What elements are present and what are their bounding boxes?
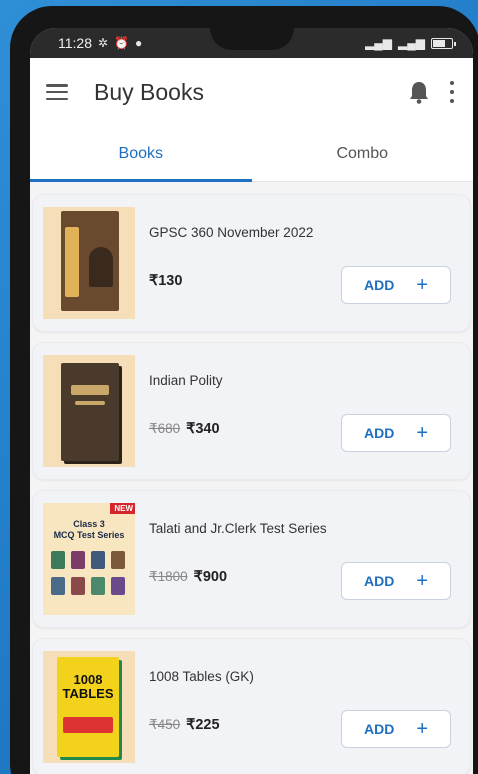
- status-time: 11:28: [58, 35, 92, 51]
- book-mrp: ₹1800: [149, 569, 188, 584]
- add-to-cart-button[interactable]: ADD +: [341, 710, 451, 748]
- book-cover-image: [43, 355, 135, 467]
- cover-text: 1008 TABLES: [62, 672, 114, 701]
- plus-icon: +: [416, 421, 429, 444]
- book-title: Talati and Jr.Clerk Test Series: [149, 521, 327, 536]
- hamburger-menu-icon[interactable]: [46, 84, 68, 100]
- page-title: Buy Books: [94, 78, 204, 105]
- book-title: GPSC 360 November 2022: [149, 225, 314, 240]
- signal-icon: ▂▄▆: [365, 36, 393, 50]
- add-to-cart-button[interactable]: ADD +: [341, 562, 451, 600]
- book-cover-image: [43, 207, 135, 319]
- book-card[interactable]: Indian Polity ₹680 ₹340 ADD +: [32, 342, 471, 480]
- tab-books[interactable]: Books: [30, 126, 252, 182]
- book-cover-image: 1008 TABLES: [43, 651, 135, 763]
- status-bar: 11:28 ✲ ⏰ ● ▂▄▆ ▂▄▆: [30, 28, 473, 58]
- add-button-label: ADD: [363, 425, 395, 441]
- alarm-icon: ⏰: [114, 36, 130, 50]
- add-to-cart-button[interactable]: ADD +: [341, 266, 451, 304]
- tab-combo[interactable]: Combo: [252, 126, 474, 181]
- book-price: ₹225: [186, 717, 220, 733]
- plus-icon: +: [416, 717, 429, 740]
- book-card[interactable]: GPSC 360 November 2022 ₹130 ADD +: [32, 194, 471, 332]
- more-options-icon[interactable]: [447, 81, 457, 103]
- cover-text: Class 3 MCQ Test Series: [53, 519, 125, 540]
- new-badge: NEW: [110, 503, 135, 514]
- app-screen: 11:28 ✲ ⏰ ● ▂▄▆ ▂▄▆ Buy Books Books Comb…: [30, 28, 473, 774]
- book-mrp: ₹680: [149, 421, 181, 436]
- book-title: Indian Polity: [149, 373, 223, 388]
- book-price: ₹340: [186, 421, 220, 437]
- settings-status-icon: ✲: [98, 36, 109, 50]
- book-title: 1008 Tables (GK): [149, 669, 254, 684]
- add-to-cart-button[interactable]: ADD +: [341, 414, 451, 452]
- app-bar: Buy Books: [30, 58, 473, 126]
- book-card[interactable]: 1008 TABLES 1008 Tables (GK) ₹450 ₹225 A…: [32, 638, 471, 774]
- notification-bell-icon[interactable]: [405, 78, 433, 106]
- status-right: ▂▄▆ ▂▄▆: [365, 36, 456, 50]
- phone-frame: 11:28 ✲ ⏰ ● ▂▄▆ ▂▄▆ Buy Books Books Comb…: [10, 6, 478, 774]
- book-mrp: ₹450: [149, 717, 181, 732]
- plus-icon: +: [416, 273, 429, 296]
- book-price-block: ₹450 ₹225: [149, 717, 220, 733]
- book-price: ₹130: [149, 273, 183, 289]
- book-price-block: ₹1800 ₹900: [149, 569, 227, 585]
- add-button-label: ADD: [363, 277, 395, 293]
- book-cover-image: NEW Class 3 MCQ Test Series: [43, 503, 135, 615]
- battery-icon: [431, 37, 456, 49]
- status-left: 11:28 ✲ ⏰ ●: [58, 35, 142, 51]
- add-button-label: ADD: [363, 721, 395, 737]
- book-price: ₹900: [193, 569, 228, 585]
- book-price-block: ₹680 ₹340: [149, 421, 220, 437]
- chat-icon: ●: [135, 36, 143, 50]
- signal-icon-2: ▂▄▆: [398, 36, 425, 50]
- add-button-label: ADD: [363, 573, 395, 589]
- book-price-block: ₹130: [149, 273, 182, 289]
- book-card[interactable]: NEW Class 3 MCQ Test Series Talati and J…: [32, 490, 471, 628]
- plus-icon: +: [416, 569, 429, 592]
- tab-bar: Books Combo: [30, 126, 473, 182]
- book-list: GPSC 360 November 2022 ₹130 ADD + Indian…: [30, 182, 473, 774]
- camera-notch: [209, 28, 294, 50]
